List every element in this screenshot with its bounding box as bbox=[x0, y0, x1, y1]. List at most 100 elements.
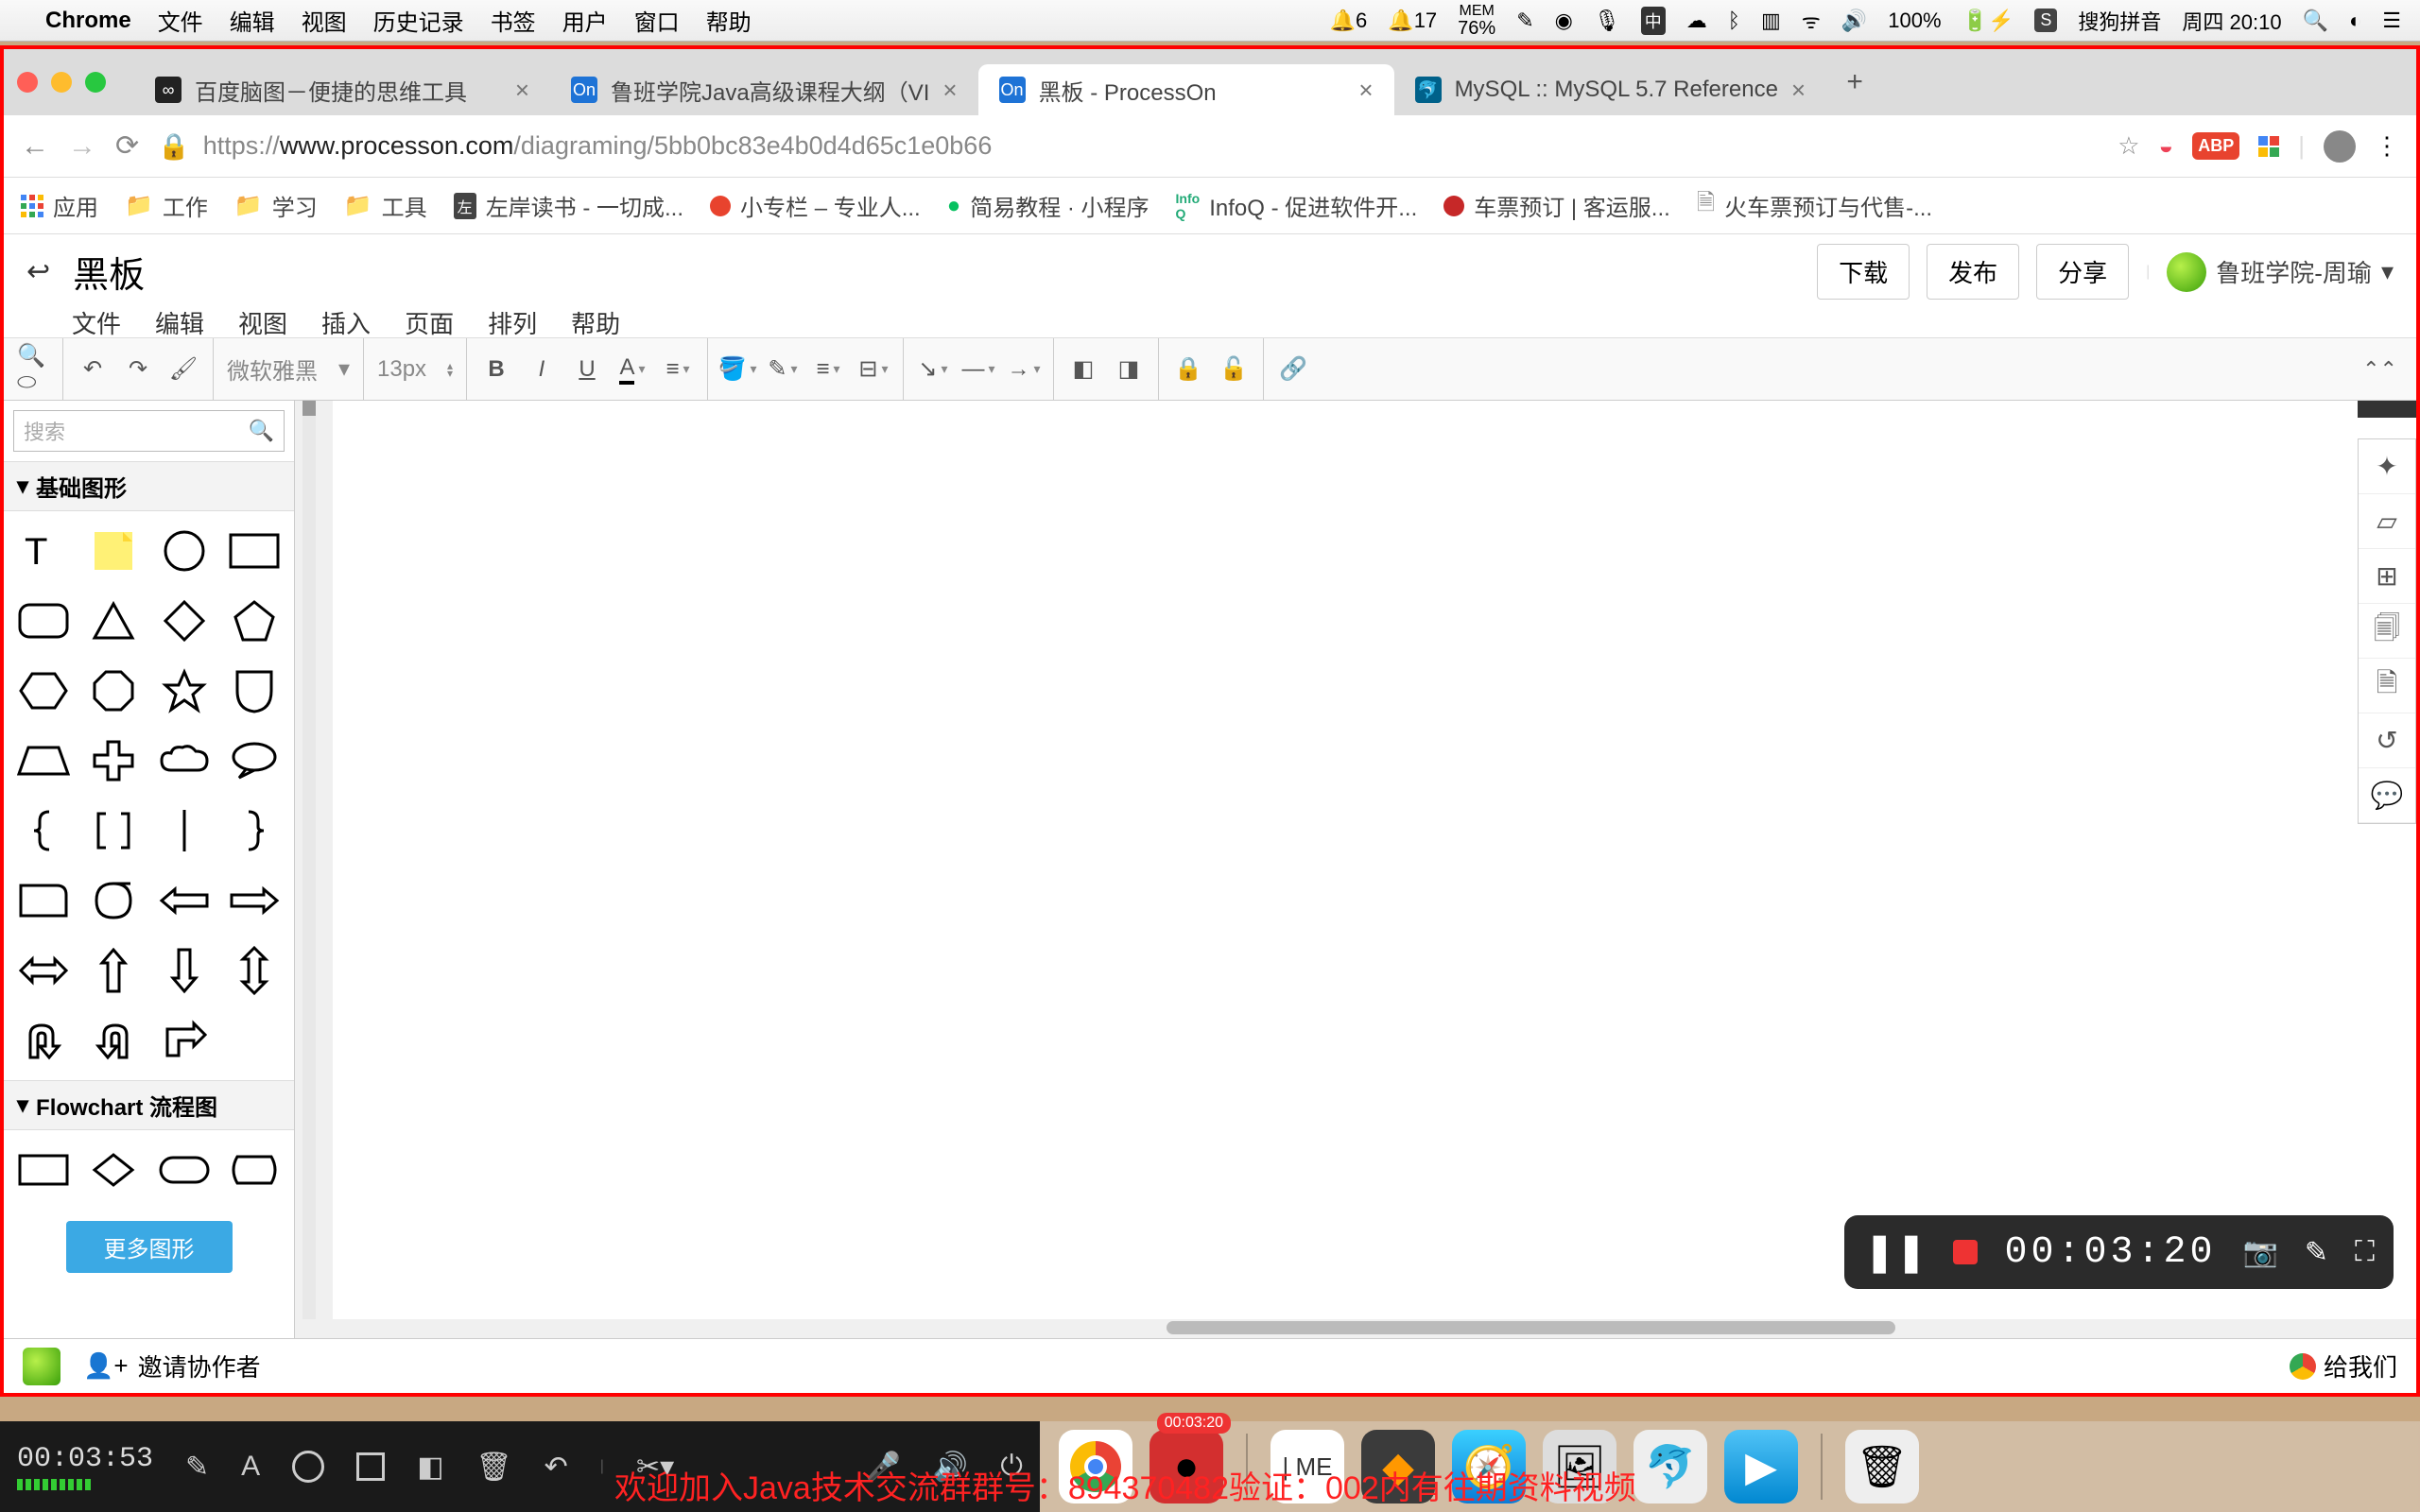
pencil-icon[interactable]: ✎ bbox=[1516, 9, 1533, 33]
document-title[interactable]: 黑板 bbox=[73, 246, 145, 298]
back-button[interactable]: ← bbox=[21, 130, 49, 163]
tab-baidu-naotu[interactable]: ∞ 百度脑图－便捷的思维工具 × bbox=[134, 64, 550, 115]
shape-hexagon[interactable] bbox=[15, 662, 72, 719]
sogou-icon[interactable]: S bbox=[2034, 9, 2057, 32]
wechat-icon[interactable]: ☁ bbox=[1686, 9, 1707, 33]
shape-triangle[interactable] bbox=[85, 593, 142, 649]
shape-teardrop[interactable] bbox=[85, 872, 142, 929]
shape-callout[interactable] bbox=[226, 732, 283, 789]
underline-button[interactable]: U bbox=[571, 353, 603, 386]
horizontal-scrollbar[interactable] bbox=[333, 1321, 2416, 1334]
shape-star[interactable] bbox=[156, 662, 213, 719]
bookmark-link[interactable]: 车票预订 | 客运服... bbox=[1443, 189, 1670, 222]
reload-button[interactable]: ⟳ bbox=[115, 129, 139, 163]
shape-bracket[interactable] bbox=[85, 802, 142, 859]
shape-brace-left[interactable] bbox=[15, 802, 72, 859]
send-back-button[interactable]: ◨ bbox=[1113, 353, 1145, 386]
adblock-icon[interactable]: ABP bbox=[2192, 132, 2239, 160]
battery-bar-icon[interactable]: ▥ bbox=[1761, 9, 1781, 33]
shape-display[interactable] bbox=[226, 1142, 283, 1198]
download-button[interactable]: 下载 bbox=[1817, 244, 1910, 300]
italic-button[interactable]: I bbox=[526, 353, 558, 386]
line-width-button[interactable]: ≡ bbox=[812, 353, 844, 386]
tab-processon[interactable]: On 黑板 - ProcessOn × bbox=[978, 64, 1394, 115]
invite-button[interactable]: 👤+邀请协作者 bbox=[83, 1349, 261, 1383]
tab-luban-java[interactable]: On 鲁班学院Java高级课程大纲（VI × bbox=[550, 64, 978, 115]
dock-mysql[interactable]: 🐬 bbox=[1634, 1430, 1707, 1503]
shape-tab[interactable] bbox=[15, 872, 72, 929]
lock-icon[interactable]: 🔒 bbox=[158, 131, 190, 162]
history-button[interactable]: ↺ bbox=[2359, 713, 2415, 768]
shape-arrow-updown[interactable] bbox=[226, 942, 283, 999]
shape-arrow-down[interactable] bbox=[156, 942, 213, 999]
ime-name[interactable]: 搜狗拼音 bbox=[2078, 6, 2161, 36]
redo-button[interactable]: ↷ bbox=[122, 353, 154, 386]
shape-corner-arrow[interactable] bbox=[156, 1012, 213, 1069]
align-button[interactable]: ≡ bbox=[662, 353, 694, 386]
lock-button[interactable]: 🔒 bbox=[1172, 353, 1204, 386]
line-color-button[interactable]: ✎ bbox=[767, 353, 799, 386]
menu-edit[interactable]: 编辑 bbox=[230, 4, 275, 37]
page-props-button[interactable]: ⊞ bbox=[2359, 549, 2415, 604]
apps-shortcut[interactable]: 应用 bbox=[21, 189, 98, 222]
eraser-button[interactable]: ◧ bbox=[417, 1451, 443, 1484]
shape-shield[interactable] bbox=[226, 662, 283, 719]
shape-search-button[interactable]: 🔍⬭ bbox=[17, 353, 49, 386]
bold-button[interactable]: B bbox=[480, 353, 512, 386]
app-name[interactable]: Chrome bbox=[45, 8, 131, 34]
annotate-button[interactable]: ✎ bbox=[2305, 1236, 2328, 1269]
menu-window[interactable]: 窗口 bbox=[634, 4, 680, 37]
tab-mysql-ref[interactable]: 🐬 MySQL :: MySQL 5.7 Reference × bbox=[1394, 64, 1827, 115]
link-button[interactable]: 🔗 bbox=[1277, 353, 1309, 386]
font-family-select[interactable]: 微软雅黑▾ bbox=[227, 352, 350, 386]
navigator-button[interactable]: ✦ bbox=[2359, 439, 2415, 494]
recorder-overlay[interactable]: ❚❚ 00:03:20 📷 ✎ ⛶ bbox=[1844, 1215, 2394, 1289]
arrow-style-button[interactable]: → bbox=[1008, 353, 1040, 386]
dock-trash[interactable]: 🗑 bbox=[1845, 1430, 1919, 1503]
wifi-icon[interactable]: ᯤ bbox=[1802, 7, 1821, 35]
collaborator-avatar[interactable] bbox=[23, 1348, 60, 1385]
bluetooth-icon[interactable]: ᛒ bbox=[1728, 9, 1740, 33]
bell2-icon[interactable]: 🔔17 bbox=[1388, 9, 1437, 33]
shape-arrow-up[interactable] bbox=[85, 942, 142, 999]
category-basic[interactable]: ▾基础图形 bbox=[4, 461, 294, 511]
share-button[interactable]: 分享 bbox=[2036, 244, 2129, 300]
menu-bookmarks[interactable]: 书签 bbox=[491, 4, 536, 37]
extension-icon[interactable] bbox=[2258, 136, 2279, 157]
bookmark-link[interactable]: InfoQInfoQ - 促进软件开... bbox=[1176, 189, 1418, 222]
mic-icon[interactable]: 🎙 bbox=[1594, 9, 1620, 33]
shape-rounded-rect[interactable] bbox=[15, 593, 72, 649]
shape-cloud[interactable] bbox=[156, 732, 213, 789]
menu-file[interactable]: 文件 bbox=[158, 4, 203, 37]
menu-help[interactable]: 帮助 bbox=[706, 4, 752, 37]
shape-props-button[interactable]: ▱ bbox=[2359, 494, 2415, 549]
shape-rectangle[interactable] bbox=[226, 523, 283, 579]
shape-diamond[interactable] bbox=[156, 593, 213, 649]
app-menu-arrange[interactable]: 排列 bbox=[488, 305, 537, 340]
pocket-icon[interactable]: ◒ bbox=[2159, 131, 2174, 161]
layers-button[interactable]: 🗐 bbox=[2359, 604, 2415, 659]
stop-button[interactable] bbox=[1953, 1240, 1978, 1264]
publish-button[interactable]: 发布 bbox=[1927, 244, 2019, 300]
star-icon[interactable]: ☆ bbox=[2118, 131, 2139, 161]
vertical-scrollbar[interactable] bbox=[302, 401, 316, 1319]
shape-terminator[interactable] bbox=[156, 1142, 213, 1198]
new-tab-button[interactable]: + bbox=[1836, 63, 1874, 101]
bookmark-link[interactable]: ●简易教程 · 小程序 bbox=[947, 189, 1150, 222]
app-menu-edit[interactable]: 编辑 bbox=[155, 305, 204, 340]
shape-pentagon[interactable] bbox=[226, 593, 283, 649]
undo-annot-button[interactable]: ↶ bbox=[544, 1451, 568, 1484]
shape-circle[interactable] bbox=[156, 523, 213, 579]
app-menu-file[interactable]: 文件 bbox=[72, 305, 121, 340]
shape-uturn-right[interactable] bbox=[85, 1012, 142, 1069]
screenshot-button[interactable]: 📷 bbox=[2243, 1236, 2278, 1269]
trash-button[interactable]: 🗑 bbox=[476, 1451, 512, 1484]
feedback-link[interactable]: 给我们 bbox=[2290, 1349, 2397, 1383]
bell-icon[interactable]: 🔔6 bbox=[1330, 9, 1368, 33]
comments-button[interactable]: 💬 bbox=[2359, 768, 2415, 823]
menu-history[interactable]: 历史记录 bbox=[373, 4, 464, 37]
window-minimize-button[interactable] bbox=[51, 72, 72, 93]
close-icon[interactable]: × bbox=[1791, 76, 1806, 105]
window-zoom-button[interactable] bbox=[85, 72, 106, 93]
shape-note[interactable] bbox=[85, 523, 142, 579]
